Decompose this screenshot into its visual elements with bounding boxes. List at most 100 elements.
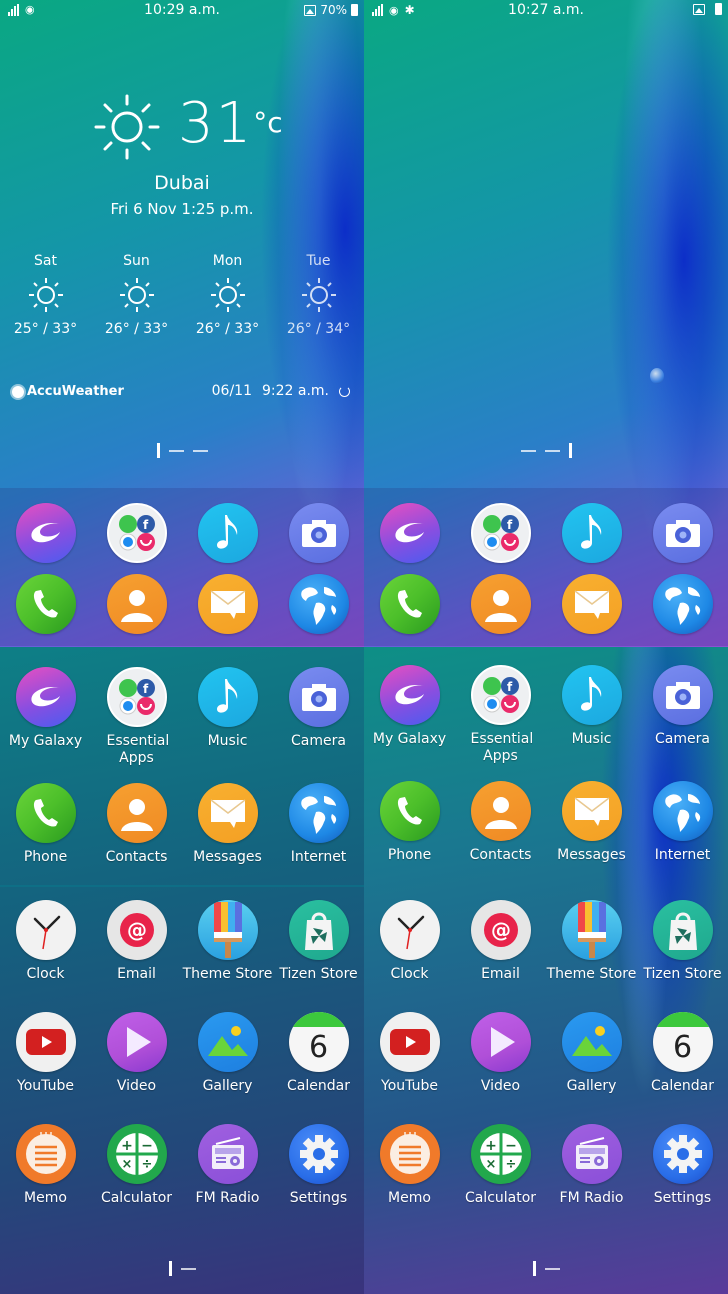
camera-icon[interactable] <box>288 503 349 563</box>
contact-person-icon[interactable] <box>470 574 531 634</box>
paint-brush-icon[interactable] <box>197 900 258 960</box>
home-page-indicator[interactable] <box>364 443 728 458</box>
app-tizen-store[interactable]: Tizen Store <box>273 900 364 983</box>
app-music[interactable]: Music <box>182 667 273 767</box>
clock-face-icon[interactable] <box>15 900 76 960</box>
gear-icon[interactable] <box>652 1124 713 1184</box>
at-sign-icon[interactable]: @ <box>106 900 167 960</box>
app-phone[interactable]: Phone <box>364 781 455 864</box>
app-email[interactable]: @ Email <box>91 900 182 983</box>
radio-icon[interactable] <box>197 1124 258 1184</box>
app-camera[interactable] <box>273 503 364 563</box>
page-indicator-current[interactable] <box>568 443 572 458</box>
essential-apps-folder-icon[interactable]: f <box>106 667 167 727</box>
page-indicator-current[interactable] <box>168 1261 172 1276</box>
app-internet[interactable] <box>637 574 728 634</box>
globe-icon[interactable] <box>652 781 713 841</box>
app-contacts[interactable] <box>91 574 182 634</box>
page-indicator-current[interactable] <box>532 1261 536 1276</box>
contact-person-icon[interactable] <box>470 781 531 841</box>
app-music[interactable] <box>182 503 273 563</box>
play-icon[interactable] <box>106 1012 167 1072</box>
page-indicator[interactable] <box>168 449 184 452</box>
app-email[interactable]: @ Email <box>455 900 546 983</box>
globe-icon[interactable] <box>288 783 349 843</box>
camera-icon[interactable] <box>288 667 349 727</box>
app-music[interactable] <box>546 503 637 563</box>
app-gallery[interactable]: Gallery <box>546 1012 637 1095</box>
calculator-icon[interactable]: + − × ÷ <box>470 1124 531 1184</box>
contact-person-icon[interactable] <box>106 783 167 843</box>
page-indicator[interactable] <box>192 449 208 452</box>
radio-icon[interactable] <box>561 1124 622 1184</box>
app-messages[interactable] <box>546 574 637 634</box>
drawer-page-indicator[interactable] <box>0 1261 364 1276</box>
app-messages[interactable]: Messages <box>546 781 637 864</box>
drawer-page-indicator[interactable] <box>364 1261 728 1276</box>
phone-icon[interactable] <box>379 781 440 841</box>
globe-icon[interactable] <box>652 574 713 634</box>
app-essential-apps[interactable]: f Essential Apps <box>455 665 546 765</box>
notepad-icon[interactable] <box>15 1124 76 1184</box>
app-memo[interactable]: Memo <box>364 1124 455 1207</box>
clock-face-icon[interactable] <box>379 900 440 960</box>
envelope-icon[interactable] <box>561 574 622 634</box>
page-indicator[interactable] <box>544 1267 560 1270</box>
app-calendar[interactable]: 6 Calendar <box>273 1012 364 1095</box>
app-my-galaxy[interactable]: My Galaxy <box>364 665 455 765</box>
calendar-icon[interactable]: 6 <box>652 1012 713 1072</box>
envelope-icon[interactable] <box>561 781 622 841</box>
mountain-picture-icon[interactable] <box>561 1012 622 1072</box>
app-my-galaxy[interactable] <box>364 503 455 563</box>
refresh-icon[interactable] <box>339 385 350 397</box>
weather-widget[interactable]: 31 °c Dubai Fri 6 Nov 1:25 p.m. Sat 25° … <box>0 0 364 420</box>
app-contacts[interactable]: Contacts <box>455 781 546 864</box>
globe-icon[interactable] <box>288 574 349 634</box>
calendar-icon[interactable]: 6 <box>288 1012 349 1072</box>
notepad-icon[interactable] <box>379 1124 440 1184</box>
my-galaxy-icon[interactable] <box>379 503 440 563</box>
app-my-galaxy[interactable] <box>0 503 91 563</box>
app-youtube[interactable]: YouTube <box>0 1012 91 1095</box>
app-internet[interactable]: Internet <box>273 783 364 866</box>
app-clock[interactable]: Clock <box>0 900 91 983</box>
app-my-galaxy[interactable]: My Galaxy <box>0 667 91 767</box>
app-essential-apps[interactable]: f Essential Apps <box>91 667 182 767</box>
camera-icon[interactable] <box>652 503 713 563</box>
my-galaxy-icon[interactable] <box>379 665 440 725</box>
my-galaxy-icon[interactable] <box>15 503 76 563</box>
essential-apps-folder-icon[interactable]: f <box>106 503 167 563</box>
app-phone[interactable] <box>364 574 455 634</box>
phone-icon[interactable] <box>15 783 76 843</box>
app-tizen-store[interactable]: Tizen Store <box>637 900 728 983</box>
app-youtube[interactable]: YouTube <box>364 1012 455 1095</box>
app-music[interactable]: Music <box>546 665 637 765</box>
app-fm-radio[interactable]: FM Radio <box>546 1124 637 1207</box>
app-camera[interactable]: Camera <box>637 665 728 765</box>
app-phone[interactable]: Phone <box>0 783 91 866</box>
youtube-play-icon[interactable] <box>15 1012 76 1072</box>
play-icon[interactable] <box>470 1012 531 1072</box>
app-contacts[interactable] <box>455 574 546 634</box>
app-memo[interactable]: Memo <box>0 1124 91 1207</box>
page-indicator[interactable] <box>520 449 536 452</box>
store-bag-icon[interactable] <box>652 900 713 960</box>
app-settings[interactable]: Settings <box>273 1124 364 1207</box>
envelope-icon[interactable] <box>197 783 258 843</box>
app-camera[interactable]: Camera <box>273 667 364 767</box>
calculator-icon[interactable]: + − × ÷ <box>106 1124 167 1184</box>
store-bag-icon[interactable] <box>288 900 349 960</box>
app-essential-apps[interactable]: f <box>455 503 546 563</box>
camera-icon[interactable] <box>652 665 713 725</box>
app-camera[interactable] <box>637 503 728 563</box>
mountain-picture-icon[interactable] <box>197 1012 258 1072</box>
youtube-play-icon[interactable] <box>379 1012 440 1072</box>
music-note-icon[interactable] <box>197 667 258 727</box>
accuweather-logo[interactable]: AccuWeather <box>12 384 124 399</box>
page-indicator[interactable] <box>180 1267 196 1270</box>
music-note-icon[interactable] <box>561 665 622 725</box>
app-calendar[interactable]: 6 Calendar <box>637 1012 728 1095</box>
contact-person-icon[interactable] <box>106 574 167 634</box>
app-internet[interactable]: Internet <box>637 781 728 864</box>
music-note-icon[interactable] <box>197 503 258 563</box>
